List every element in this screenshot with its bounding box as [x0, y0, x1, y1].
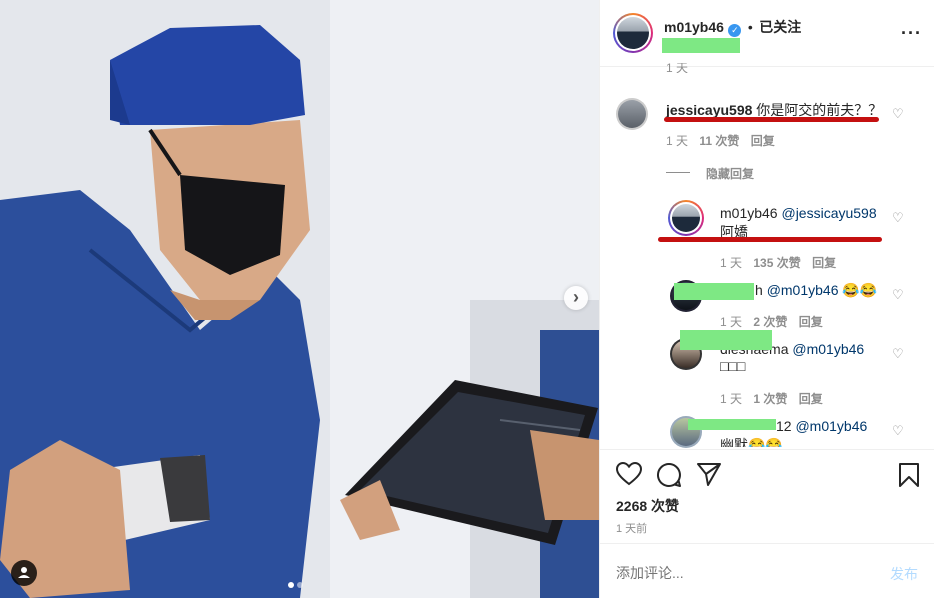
redacted-location [662, 38, 740, 53]
comment-input[interactable] [614, 561, 858, 585]
author-avatar[interactable] [613, 13, 653, 53]
reply-2: h @m01yb46 😂😂 [755, 282, 877, 299]
like-comment-icon[interactable]: ♡ [892, 106, 904, 122]
doctor-with-tablet-photo [0, 0, 599, 598]
reply-text: □□□ [720, 358, 746, 374]
author-username[interactable]: m01yb46 [664, 19, 724, 35]
reply-meta: 1 天 135 次赞 回复 [720, 254, 836, 271]
like-heart-icon[interactable] [616, 462, 642, 486]
bookmark-icon[interactable] [898, 462, 920, 488]
posted-time: 1 天前 [616, 523, 648, 535]
reply-button[interactable]: 回复 [799, 392, 823, 406]
reply-time: 1 天 [720, 315, 743, 329]
share-send-icon[interactable] [696, 462, 722, 486]
like-comment-icon[interactable]: ♡ [892, 346, 904, 362]
post-actions: 2268 次赞 1 天前 [600, 449, 934, 544]
reply-time: 1 天 [720, 392, 743, 406]
reply-4: 12 @m01yb46 [776, 418, 867, 434]
user-icon [18, 567, 30, 578]
tagged-users-button[interactable] [11, 560, 37, 586]
post-header: m01yb46 ✓ • 已关注 ··· [600, 0, 934, 67]
likes-count[interactable]: 2268 次赞 [616, 496, 679, 516]
reply-avatar[interactable] [668, 200, 704, 236]
reply-username-tail[interactable]: h [755, 282, 763, 298]
reply-text: 😂😂 [842, 282, 878, 298]
post-photo: › [0, 0, 599, 598]
like-comment-icon[interactable]: ♡ [892, 287, 904, 303]
carousel-indicator [288, 575, 306, 593]
reply-button[interactable]: 回复 [812, 256, 836, 270]
replies-divider [666, 172, 690, 173]
like-comment-icon[interactable]: ♡ [892, 210, 904, 226]
reply-button[interactable]: 回复 [751, 134, 775, 148]
comment-bubble-icon[interactable] [656, 462, 682, 488]
reply-username[interactable]: m01yb46 [720, 205, 778, 221]
reply-1: m01yb46 @jessicayu598 [720, 205, 877, 221]
follow-status[interactable]: 已关注 [759, 19, 801, 35]
carousel-dot-active [288, 582, 294, 588]
comment-text: 你是阿交的前夫？？ [756, 102, 883, 118]
reply-likes[interactable]: 135 次赞 [753, 256, 800, 270]
reply-time: 1 天 [720, 256, 743, 270]
comment-username[interactable]: jessicayu598 [666, 102, 752, 118]
prev-comment-time: 1 天 [666, 63, 689, 73]
reply-button[interactable]: 回复 [799, 315, 823, 329]
redacted-username [680, 330, 772, 350]
like-comment-icon[interactable]: ♡ [892, 423, 904, 439]
more-options-icon[interactable]: ··· [901, 24, 922, 42]
redacted-username [674, 283, 754, 300]
red-underline [658, 237, 882, 242]
comment-meta: 1 天 11 次赞 回复 [666, 132, 775, 149]
redacted-username [688, 419, 776, 430]
verified-badge-icon: ✓ [728, 24, 742, 37]
reply-meta: 1 天 1 次赞 回复 [720, 390, 823, 407]
reply-text: 幽默😂😂 [720, 437, 783, 447]
add-comment-bar: 发布 [600, 543, 934, 599]
reply-mention[interactable]: @jessicayu598 [781, 205, 876, 221]
reply-mention[interactable]: @m01yb46 [767, 282, 839, 298]
hide-replies-button[interactable]: 隐藏回复 [706, 165, 754, 182]
post-comment-button[interactable]: 发布 [890, 564, 918, 584]
reply-username-tail[interactable]: 12 [776, 418, 792, 434]
next-photo-button[interactable]: › [564, 286, 588, 310]
comment-likes[interactable]: 11 次赞 [699, 134, 739, 148]
red-underline [664, 117, 879, 122]
reply-mention[interactable]: @m01yb46 [795, 418, 867, 434]
separator-dot: • [747, 19, 753, 35]
reply-mention[interactable]: @m01yb46 [792, 341, 864, 357]
carousel-dot [297, 582, 303, 588]
post-sidebar: m01yb46 ✓ • 已关注 ··· 1 天 jessicayu598 你是阿… [599, 0, 934, 598]
reply-likes[interactable]: 2 次赞 [753, 315, 787, 329]
reply-likes[interactable]: 1 次赞 [753, 392, 787, 406]
commenter-avatar[interactable] [616, 98, 648, 130]
comment-time: 1 天 [666, 134, 689, 148]
reply-meta: 1 天 2 次赞 回复 [720, 313, 823, 330]
